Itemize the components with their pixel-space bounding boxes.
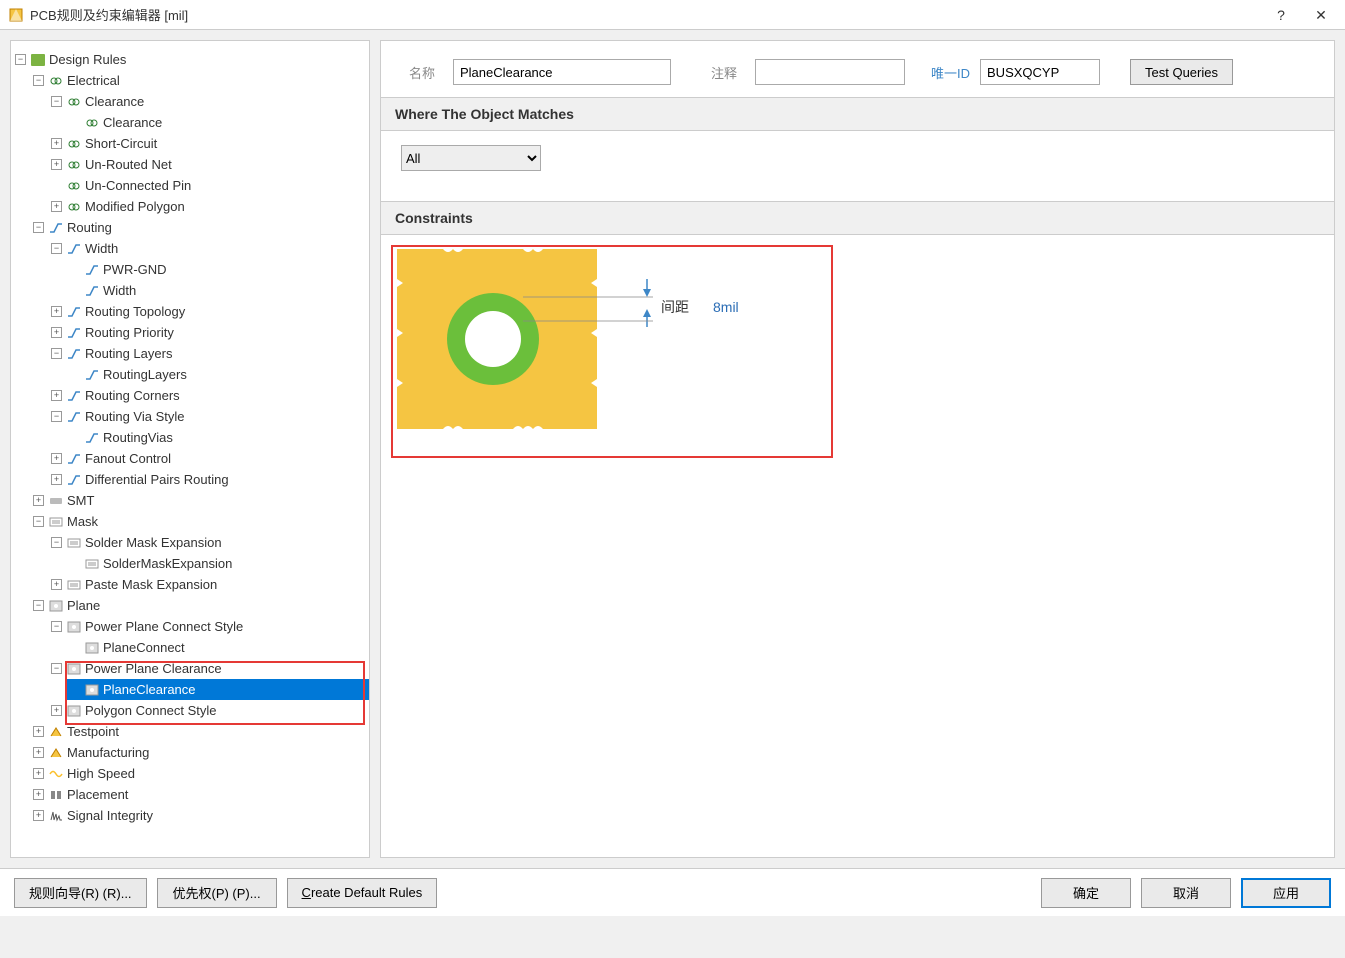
constraints-highlight: 间距 8mil bbox=[391, 245, 833, 458]
ok-button[interactable]: 确定 bbox=[1041, 878, 1131, 908]
tree-width-cat[interactable]: −Width bbox=[47, 238, 369, 259]
name-input[interactable] bbox=[453, 59, 671, 85]
dialog-footer: 规则向导(R) (R)... 优先权(P) (P)... CCreate Def… bbox=[0, 868, 1345, 916]
tree-clearance[interactable]: Clearance bbox=[65, 112, 369, 133]
id-label: 唯一ID bbox=[931, 63, 970, 82]
priority-button[interactable]: 优先权(P) (P)... bbox=[157, 878, 277, 908]
testpoint-icon bbox=[48, 725, 64, 739]
tree-unrouted[interactable]: +Un-Routed Net bbox=[47, 154, 369, 175]
rule-header-row: 名称 注释 唯一ID Test Queries bbox=[381, 41, 1334, 97]
tree-ppclear[interactable]: PlaneClearance bbox=[65, 679, 369, 700]
routing-icon bbox=[48, 221, 64, 235]
tree-fanout[interactable]: +Fanout Control bbox=[47, 448, 369, 469]
plane-icon bbox=[48, 599, 64, 613]
help-button[interactable]: ? bbox=[1261, 7, 1301, 23]
tree-vias[interactable]: RoutingVias bbox=[65, 427, 369, 448]
tree-mfg[interactable]: +Manufacturing bbox=[29, 742, 369, 763]
scope-select[interactable]: All bbox=[401, 145, 541, 171]
rule-editor-panel: 名称 注释 唯一ID Test Queries Where The Object… bbox=[380, 40, 1335, 858]
mask-icon bbox=[48, 515, 64, 529]
rules-icon bbox=[30, 53, 46, 67]
smt-icon bbox=[48, 494, 64, 508]
tree-plane[interactable]: −Plane bbox=[29, 595, 369, 616]
window-title: PCB规则及约束编辑器 [mil] bbox=[30, 5, 188, 24]
tree-hispeed[interactable]: +High Speed bbox=[29, 763, 369, 784]
tree-corners[interactable]: +Routing Corners bbox=[47, 385, 369, 406]
tree-paste[interactable]: +Paste Mask Expansion bbox=[47, 574, 369, 595]
comment-input[interactable] bbox=[755, 59, 905, 85]
titlebar: PCB规则及约束编辑器 [mil] ? ✕ bbox=[0, 0, 1345, 30]
close-button[interactable]: ✕ bbox=[1301, 7, 1341, 24]
comment-label: 注释 bbox=[711, 63, 745, 82]
tree-mask[interactable]: −Mask bbox=[29, 511, 369, 532]
tree-layers[interactable]: RoutingLayers bbox=[65, 364, 369, 385]
clearance-value[interactable]: 8mil bbox=[713, 299, 739, 315]
dimension-lines bbox=[523, 293, 653, 325]
app-icon bbox=[8, 7, 24, 23]
name-label: 名称 bbox=[409, 63, 443, 82]
tree-routing[interactable]: −Routing bbox=[29, 217, 369, 238]
si-icon bbox=[48, 809, 64, 823]
tree-ppconnect[interactable]: PlaneConnect bbox=[65, 637, 369, 658]
tree-solder[interactable]: SolderMaskExpansion bbox=[65, 553, 369, 574]
clearance-label: 间距 bbox=[661, 297, 689, 317]
tree-clearance-cat[interactable]: −Clearance bbox=[47, 91, 369, 112]
tree-pwrgnd[interactable]: PWR-GND bbox=[65, 259, 369, 280]
section-constraints-head: Constraints bbox=[381, 201, 1334, 235]
tree-ppconnect-cat[interactable]: −Power Plane Connect Style bbox=[47, 616, 369, 637]
tree-smt[interactable]: +SMT bbox=[29, 490, 369, 511]
test-queries-button[interactable]: Test Queries bbox=[1130, 59, 1233, 85]
tree-topo[interactable]: +Routing Topology bbox=[47, 301, 369, 322]
tree-ppclear-cat[interactable]: −Power Plane Clearance bbox=[47, 658, 369, 679]
apply-button[interactable]: 应用 bbox=[1241, 878, 1331, 908]
electrical-icon bbox=[48, 74, 64, 88]
tree-layers-cat[interactable]: −Routing Layers bbox=[47, 343, 369, 364]
tree-modpoly[interactable]: +Modified Polygon bbox=[47, 196, 369, 217]
mfg-icon bbox=[48, 746, 64, 760]
section-where-head: Where The Object Matches bbox=[381, 97, 1334, 131]
rule-wizard-button[interactable]: 规则向导(R) (R)... bbox=[14, 878, 147, 908]
create-default-button[interactable]: CCreate Default Rulesreate Default Rules bbox=[287, 878, 438, 908]
tree-testpoint[interactable]: +Testpoint bbox=[29, 721, 369, 742]
tree-via-cat[interactable]: −Routing Via Style bbox=[47, 406, 369, 427]
id-input[interactable] bbox=[980, 59, 1100, 85]
tree-polyconnect[interactable]: +Polygon Connect Style bbox=[47, 700, 369, 721]
tree-solder-cat[interactable]: −Solder Mask Expansion bbox=[47, 532, 369, 553]
rules-tree-panel: −Design Rules −Electrical −Clearance Cle… bbox=[10, 40, 370, 858]
tree-width[interactable]: Width bbox=[65, 280, 369, 301]
tree-root[interactable]: −Design Rules bbox=[11, 49, 369, 70]
tree-si[interactable]: +Signal Integrity bbox=[29, 805, 369, 826]
cancel-button[interactable]: 取消 bbox=[1141, 878, 1231, 908]
tree-placement[interactable]: +Placement bbox=[29, 784, 369, 805]
tree-diff[interactable]: +Differential Pairs Routing bbox=[47, 469, 369, 490]
tree-unconnected[interactable]: Un-Connected Pin bbox=[47, 175, 369, 196]
placement-icon bbox=[48, 788, 64, 802]
plane-clearance-diagram bbox=[393, 239, 603, 439]
tree-prio[interactable]: +Routing Priority bbox=[47, 322, 369, 343]
tree-short[interactable]: +Short-Circuit bbox=[47, 133, 369, 154]
hispeed-icon bbox=[48, 767, 64, 781]
tree-electrical[interactable]: −Electrical bbox=[29, 70, 369, 91]
